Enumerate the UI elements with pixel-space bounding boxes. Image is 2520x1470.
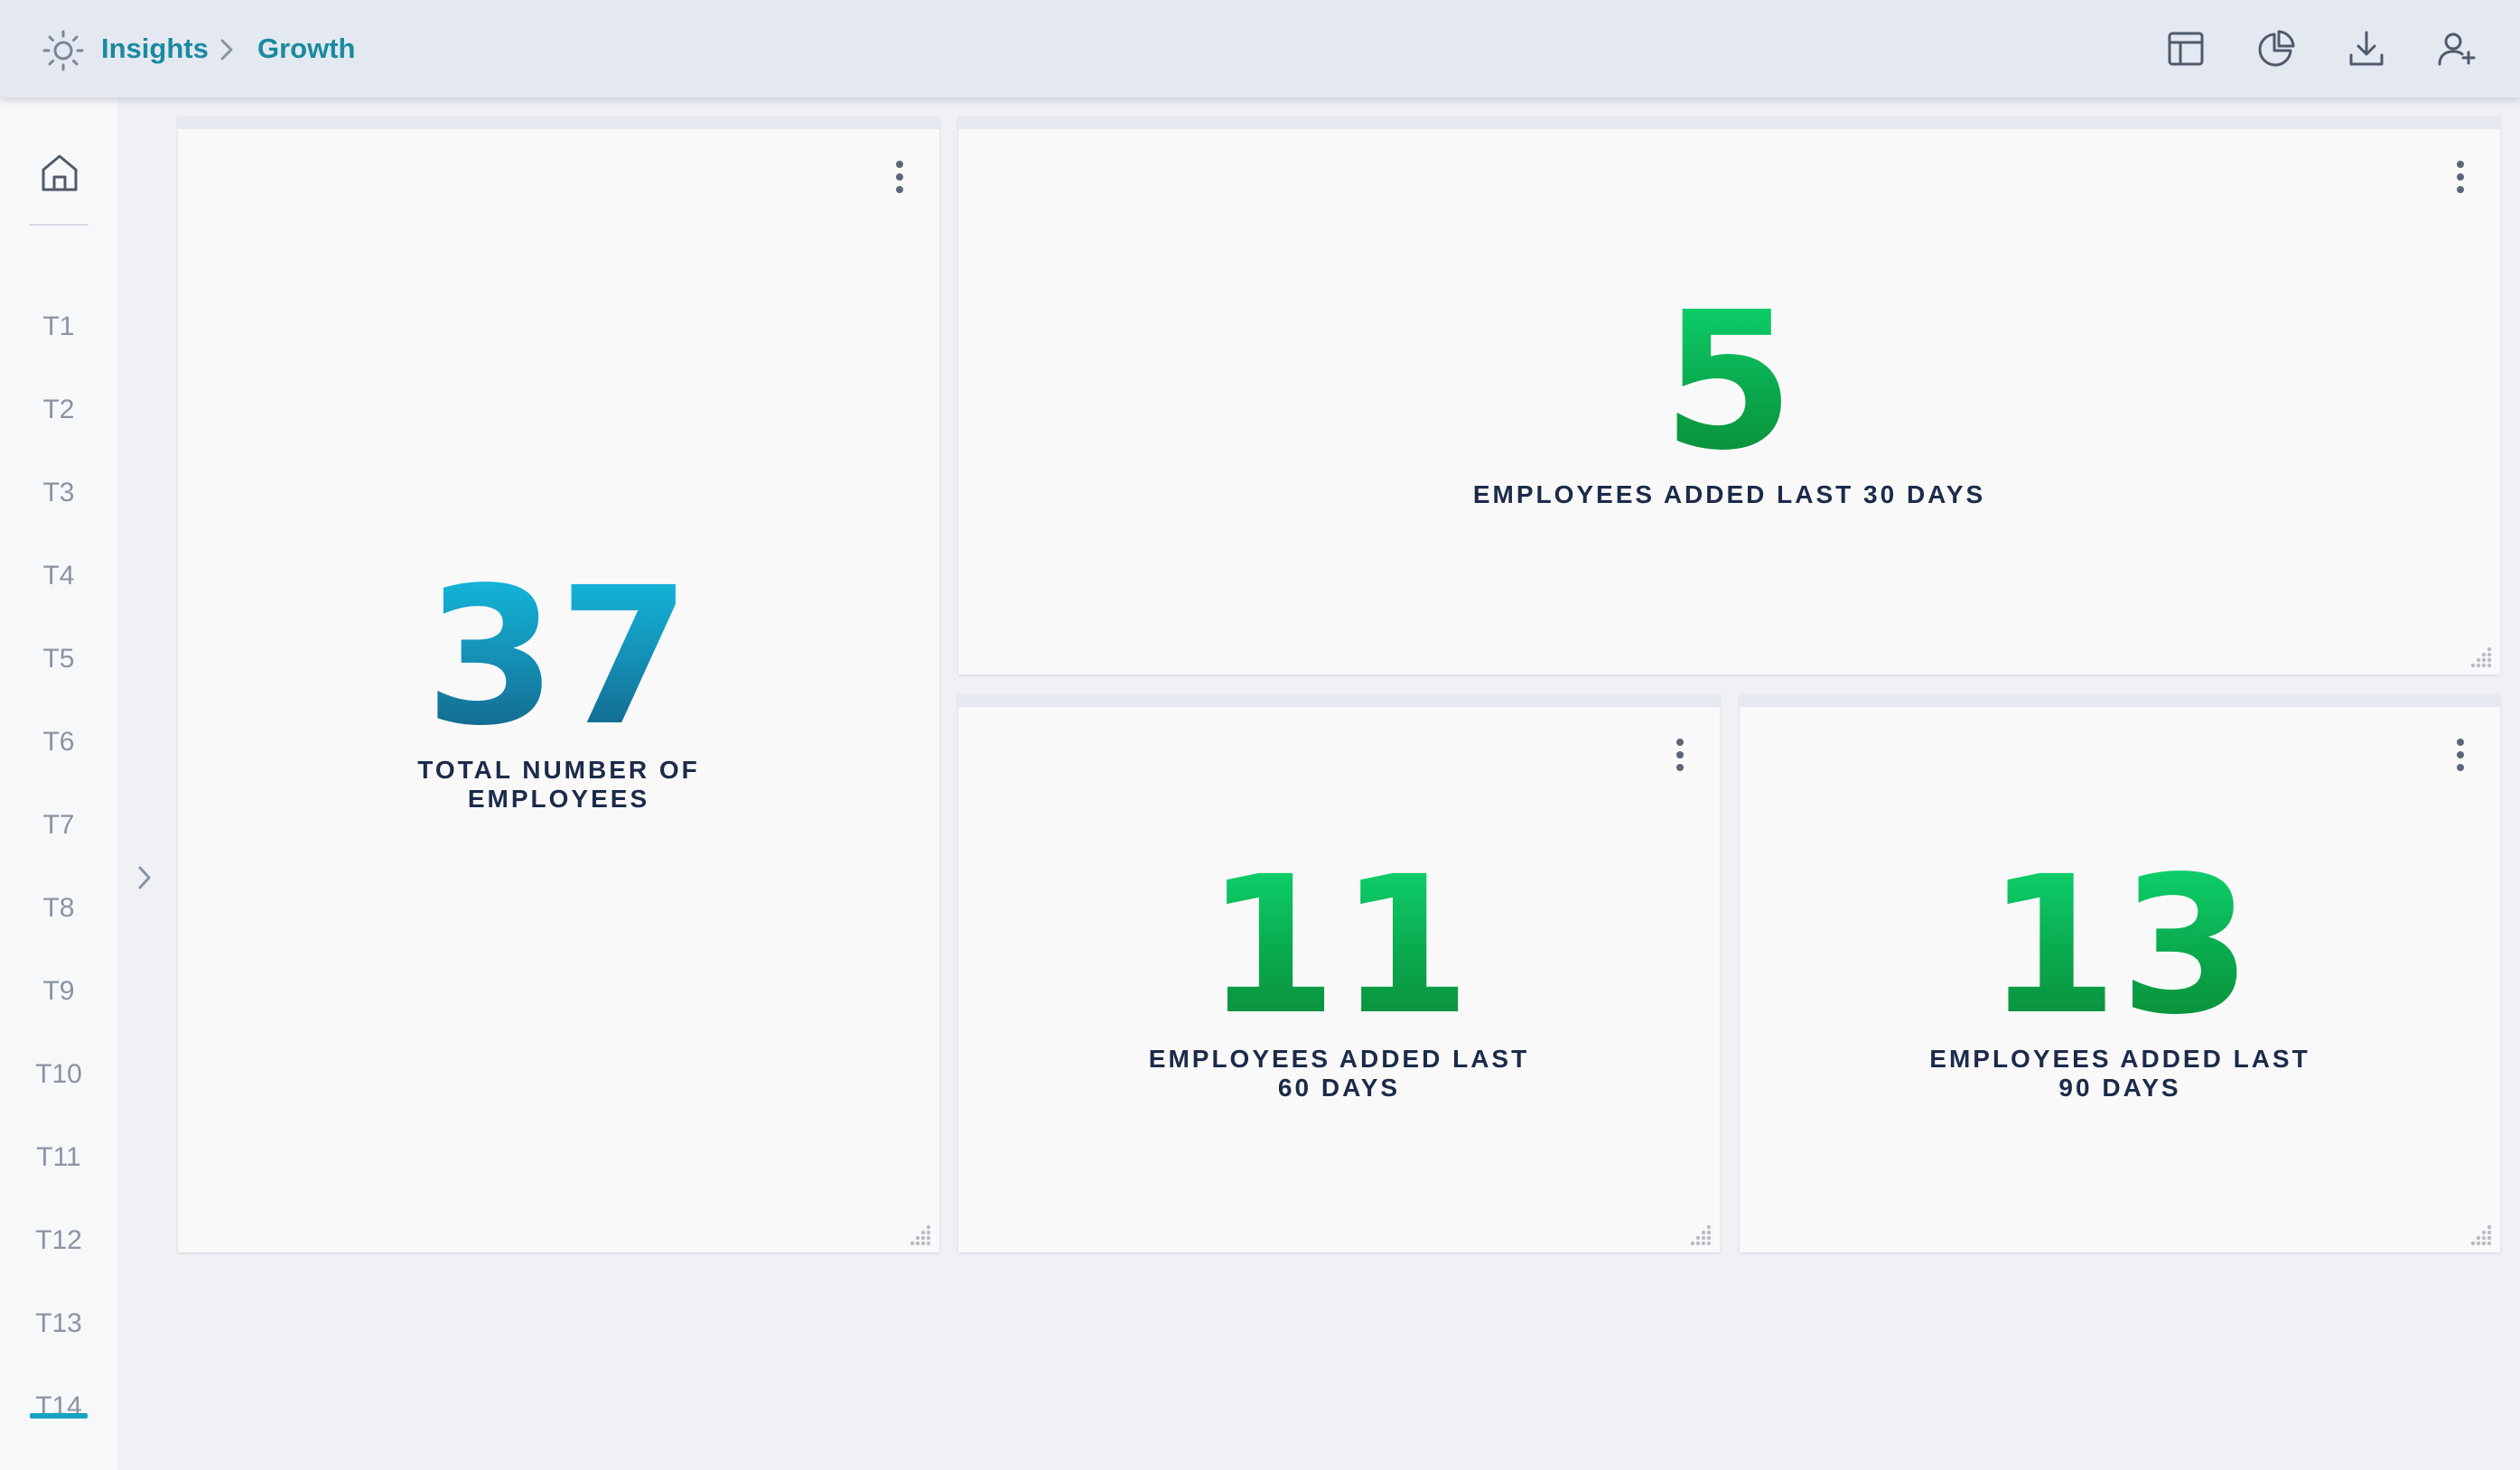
divider <box>29 224 89 226</box>
chevron-right-icon[interactable] <box>132 861 157 894</box>
breadcrumb-growth[interactable]: Growth <box>257 29 356 69</box>
more-vertical-icon <box>896 161 903 193</box>
sidebar-item-t12[interactable]: T12 <box>0 1214 117 1268</box>
breadcrumb-insights[interactable]: Insights <box>101 29 209 69</box>
kpi-value: 11 <box>958 851 1720 1041</box>
more-vertical-icon <box>1676 739 1684 771</box>
resize-handle-icon[interactable] <box>2469 1222 2495 1247</box>
active-tab-indicator <box>30 1413 88 1419</box>
sun-icon <box>42 30 84 71</box>
sidebar-item-t4[interactable]: T4 <box>0 549 117 603</box>
sidebar-item-t11[interactable]: T11 <box>0 1130 117 1185</box>
sidebar-item-t2[interactable]: T2 <box>0 383 117 437</box>
kpi-card-added-90-days: 13 EMPLOYEES ADDED LAST 90 DAYS <box>1740 694 2500 1252</box>
sidebar-item-t14[interactable]: T14 <box>0 1380 117 1434</box>
sidebar-item-t3[interactable]: T3 <box>0 466 117 520</box>
kpi-value: 37 <box>178 563 939 752</box>
chart-button[interactable] <box>2249 22 2303 76</box>
sidebar-item-t5[interactable]: T5 <box>0 632 117 686</box>
more-vertical-icon <box>2457 161 2464 193</box>
card-menu-button[interactable] <box>883 154 916 200</box>
kpi-number: 11 <box>1205 835 1473 1056</box>
resize-handle-icon[interactable] <box>1689 1222 1714 1247</box>
pie-chart-icon <box>2258 30 2295 67</box>
sidebar-item-t1[interactable]: T1 <box>0 300 117 354</box>
sidebar-item-t7[interactable]: T7 <box>0 798 117 852</box>
download-icon <box>2349 31 2384 66</box>
resize-handle-icon[interactable] <box>909 1222 934 1247</box>
kpi-label: EMPLOYEES ADDED LAST <box>1148 1045 1530 1073</box>
kpi-label: EMPLOYEES ADDED LAST 30 DAYS <box>1472 480 1986 508</box>
chevron-right-icon <box>220 39 233 60</box>
layout-button[interactable] <box>2159 22 2213 76</box>
top-bar: Insights Growth <box>0 0 2520 98</box>
kpi-card-added-30-days: 5 EMPLOYEES ADDED LAST 30 DAYS <box>958 116 2500 675</box>
add-user-icon <box>2438 33 2476 66</box>
layout-icon <box>2168 32 2204 66</box>
download-button[interactable] <box>2339 22 2394 76</box>
kpi-value: 13 <box>1740 851 2500 1041</box>
sidebar-item-t10[interactable]: T10 <box>0 1047 117 1102</box>
sidebar-item-t6[interactable]: T6 <box>0 715 117 769</box>
card-menu-button[interactable] <box>2444 154 2477 200</box>
kpi-number: 37 <box>425 546 693 768</box>
sidebar-item-t9[interactable]: T9 <box>0 964 117 1019</box>
sidebar-item-t13[interactable]: T13 <box>0 1297 117 1351</box>
home-icon[interactable] <box>36 150 83 197</box>
kpi-card-added-60-days: 11 EMPLOYEES ADDED LAST 60 DAYS <box>958 694 1720 1252</box>
kpi-value: 5 <box>958 287 2500 477</box>
kpi-label: 60 DAYS <box>1277 1074 1401 1102</box>
add-user-button[interactable] <box>2430 22 2484 76</box>
kpi-number: 13 <box>1985 835 2254 1056</box>
kpi-label: EMPLOYEES <box>467 785 650 813</box>
resize-handle-icon[interactable] <box>2469 644 2495 669</box>
kpi-card-total-employees: 37 TOTAL NUMBER OF EMPLOYEES <box>178 116 939 1252</box>
sidebar: T1 T2 T3 T4 T5 T6 T7 T8 T9 T10 T11 T12 T… <box>0 98 117 1470</box>
sidebar-item-t8[interactable]: T8 <box>0 881 117 935</box>
kpi-label: 90 DAYS <box>2058 1074 2181 1102</box>
kpi-label: TOTAL NUMBER OF <box>417 756 700 784</box>
more-vertical-icon <box>2457 739 2464 771</box>
kpi-label: EMPLOYEES ADDED LAST <box>1929 1045 2310 1073</box>
kpi-number: 5 <box>1662 271 1797 492</box>
card-menu-button[interactable] <box>1664 732 1696 777</box>
card-menu-button[interactable] <box>2444 732 2477 777</box>
